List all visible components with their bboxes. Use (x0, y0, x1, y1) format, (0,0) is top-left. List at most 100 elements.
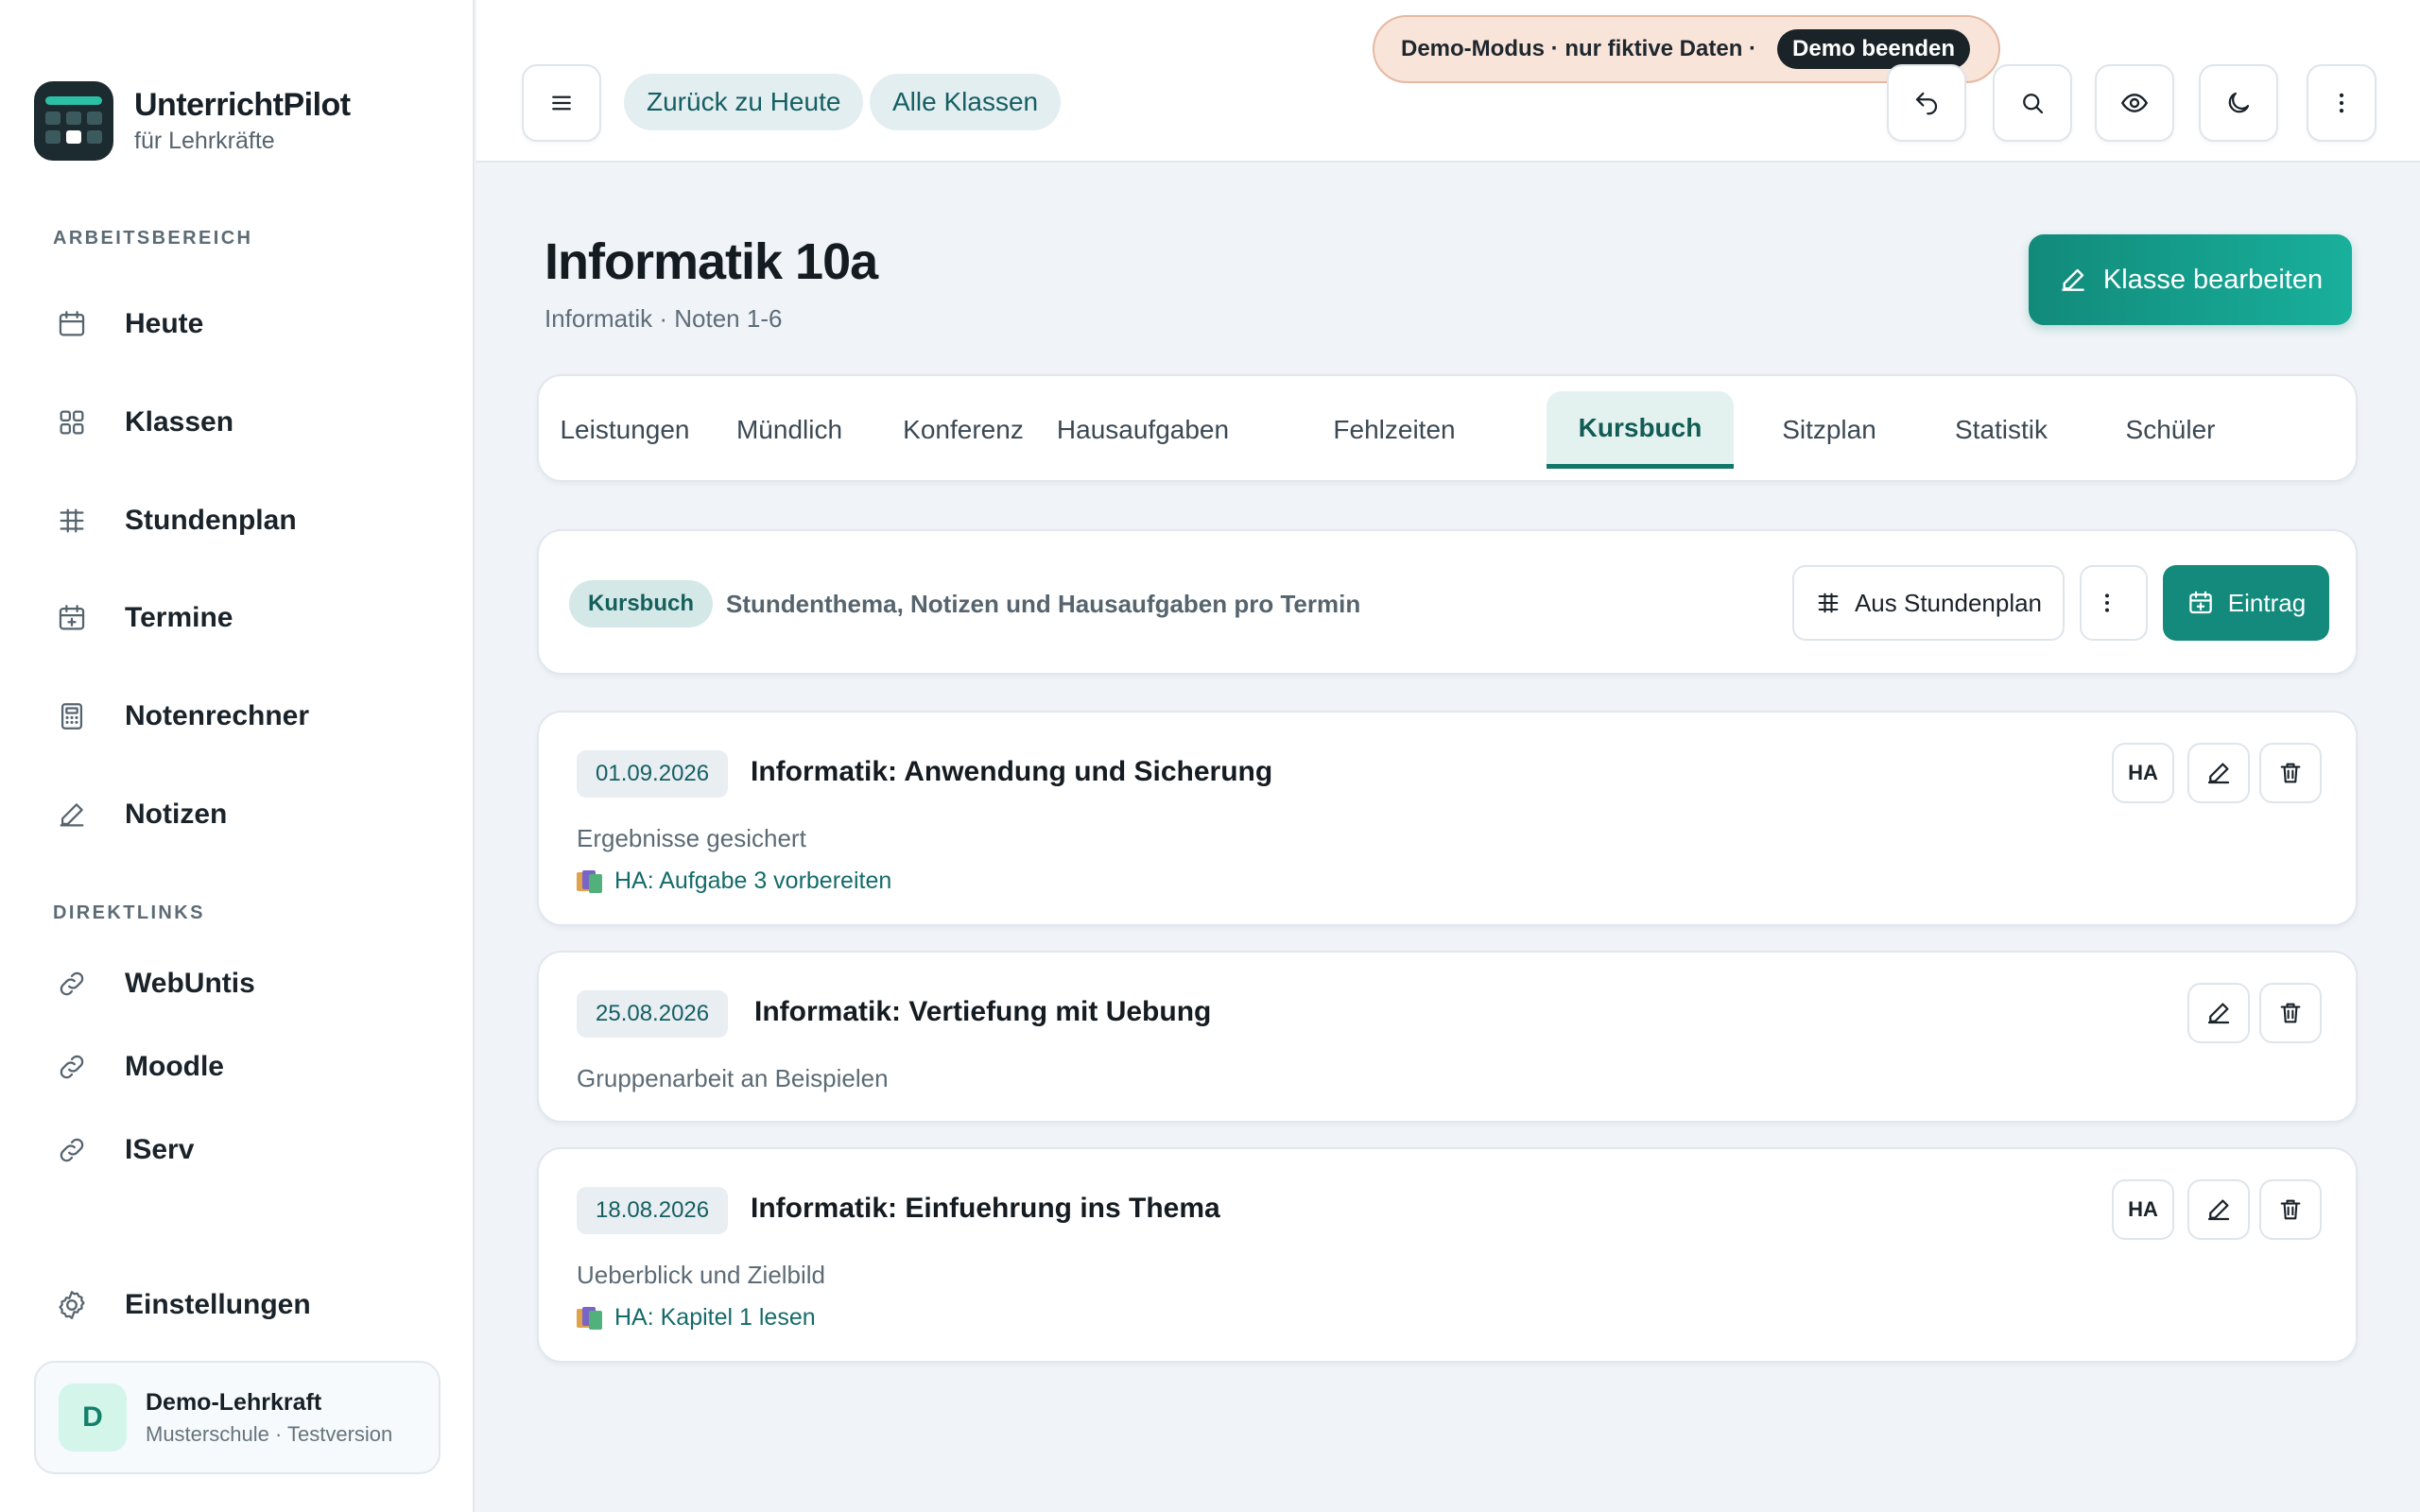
from-schedule-label: Aus Stundenplan (1854, 588, 2043, 617)
link-icon (53, 1048, 91, 1086)
calculator-icon (53, 697, 91, 735)
sidebar-item-heute[interactable]: Heute (53, 294, 441, 354)
tab-hausaufgaben[interactable]: Hausaufgaben (1055, 391, 1231, 469)
delete-entry-button[interactable] (2259, 983, 2322, 1043)
sidebar-item-label: Klassen (125, 406, 234, 438)
pen-icon (2204, 999, 2233, 1027)
tab-muendlich[interactable]: Mündlich (718, 391, 860, 469)
delete-entry-button[interactable] (2259, 1179, 2322, 1240)
entry-homework: HA: Aufgabe 3 vorbereiten (577, 868, 891, 895)
kursbuch-entry[interactable]: 18.08.2026 Informatik: Einfuehrung ins T… (537, 1147, 2358, 1363)
sidebar-item-label: Notizen (125, 799, 228, 830)
topbar: Zurück zu Heute Alle Klassen Demo-Modus … (476, 0, 2420, 163)
trash-icon (2277, 1000, 2304, 1026)
edit-entry-button[interactable] (2187, 743, 2250, 803)
calendar-plus-icon (53, 599, 91, 637)
menu-button[interactable] (522, 64, 601, 142)
sidebar: UnterrichtPilot für Lehrkräfte ARBEITSBE… (0, 0, 475, 1512)
sidebar-item-termine[interactable]: Termine (53, 588, 441, 648)
grid-icon (53, 404, 91, 441)
edit-entry-button[interactable] (2187, 1179, 2250, 1240)
tab-statistik[interactable]: Statistik (1930, 391, 2072, 469)
sidebar-item-label: Notenrechner (125, 700, 310, 731)
entry-note: Ueberblick und Zielbild (577, 1261, 826, 1289)
link-icon (53, 1131, 91, 1169)
entry-homework: HA: Kapitel 1 lesen (577, 1304, 816, 1332)
end-demo-button[interactable]: Demo beenden (1777, 29, 1971, 69)
brand[interactable]: UnterrichtPilot für Lehrkräfte (34, 81, 351, 161)
entry-date: 01.09.2026 (577, 750, 729, 798)
app-subtitle: für Lehrkräfte (134, 128, 275, 154)
sidebar-item-stundenplan[interactable]: Stundenplan (53, 490, 441, 551)
eye-icon (2119, 88, 2150, 118)
sidebar-item-notenrechner[interactable]: Notenrechner (53, 686, 441, 747)
user-card[interactable]: D Demo-Lehrkraft Musterschule · Testvers… (34, 1361, 441, 1474)
page-subtitle: Informatik · Noten 1-6 (544, 304, 783, 333)
sidebar-item-klassen[interactable]: Klassen (53, 392, 441, 453)
calendar-plus-icon (2187, 589, 2228, 617)
hamburger-icon (547, 89, 576, 117)
kebab-menu-icon (2094, 590, 2134, 616)
tab-kursbuch[interactable]: Kursbuch (1547, 391, 1734, 469)
tab-konferenz[interactable]: Konferenz (892, 391, 1034, 469)
add-entry-label: Eintrag (2227, 588, 2307, 617)
toolbar-more-button[interactable] (2080, 565, 2148, 641)
sidebar-link-label: WebUntis (125, 968, 255, 999)
gear-icon (53, 1286, 91, 1324)
entry-title: Informatik: Anwendung und Sicherung (751, 756, 1273, 787)
all-classes-button[interactable]: Alle Klassen (870, 74, 1062, 130)
tab-fehlzeiten[interactable]: Fehlzeiten (1323, 391, 1465, 469)
search-button[interactable] (1993, 64, 2072, 142)
sidebar-item-label: Termine (125, 602, 233, 633)
entry-title: Informatik: Einfuehrung ins Thema (751, 1193, 1220, 1224)
moon-icon (2224, 89, 2253, 117)
sidebar-link-moodle[interactable]: Moodle (53, 1037, 441, 1097)
user-school: Musterschule · Testversion (146, 1421, 393, 1446)
undo-button[interactable] (1887, 64, 1966, 142)
sidebar-link-label: IServ (125, 1134, 195, 1165)
entry-note: Ergebnisse gesichert (577, 824, 806, 852)
entry-date: 18.08.2026 (577, 1187, 729, 1234)
sidebar-item-settings[interactable]: Einstellungen (53, 1275, 441, 1335)
kursbuch-entry[interactable]: 01.09.2026 Informatik: Anwendung und Sic… (537, 711, 2358, 926)
search-icon (2018, 89, 2047, 117)
tab-sitzplan[interactable]: Sitzplan (1764, 391, 1894, 469)
kebab-menu-icon (2327, 89, 2356, 117)
pen-icon (2204, 759, 2233, 787)
entry-note: Gruppenarbeit an Beispielen (577, 1064, 889, 1092)
sidebar-link-iserv[interactable]: IServ (53, 1120, 441, 1180)
homework-button[interactable]: HA (2112, 743, 2174, 803)
delete-entry-button[interactable] (2259, 743, 2322, 803)
tab-leistungen[interactable]: Leistungen (554, 391, 696, 469)
table-icon (53, 502, 91, 540)
tab-bar: Leistungen Mündlich Konferenz Hausaufgab… (537, 374, 2358, 482)
link-icon (53, 965, 91, 1003)
app-logo-icon (34, 81, 113, 161)
edit-class-button[interactable]: Klasse bearbeiten (2029, 234, 2352, 325)
preview-button[interactable] (2095, 64, 2174, 142)
tab-schueler[interactable]: Schüler (2104, 391, 2237, 469)
sidebar-item-label: Einstellungen (125, 1289, 311, 1320)
pen-icon (53, 796, 91, 833)
from-schedule-button[interactable]: Aus Stundenplan (1792, 565, 2065, 641)
homework-button[interactable]: HA (2112, 1179, 2174, 1240)
app-name: UnterrichtPilot (134, 87, 351, 123)
sidebar-link-webuntis[interactable]: WebUntis (53, 954, 441, 1014)
add-entry-button[interactable]: Eintrag (2163, 565, 2329, 641)
entry-date: 25.08.2026 (577, 990, 729, 1038)
edit-entry-button[interactable] (2187, 983, 2250, 1043)
kursbuch-badge: Kursbuch (569, 580, 714, 627)
back-to-today-button[interactable]: Zurück zu Heute (624, 74, 864, 130)
sidebar-item-label: Heute (125, 308, 204, 339)
undo-icon (1912, 89, 1941, 117)
entry-homework-text: HA: Aufgabe 3 vorbereiten (614, 868, 892, 894)
sidebar-item-notizen[interactable]: Notizen (53, 784, 441, 845)
entry-homework-text: HA: Kapitel 1 lesen (614, 1304, 816, 1331)
entry-title: Informatik: Vertiefung mit Uebung (754, 996, 1212, 1027)
dark-mode-button[interactable] (2199, 64, 2278, 142)
section-label-links: DIREKTLINKS (53, 902, 205, 923)
books-icon (577, 1306, 603, 1330)
more-options-button[interactable] (2307, 64, 2377, 142)
table-icon (1815, 590, 1855, 616)
kursbuch-entry[interactable]: 25.08.2026 Informatik: Vertiefung mit Ue… (537, 951, 2358, 1123)
